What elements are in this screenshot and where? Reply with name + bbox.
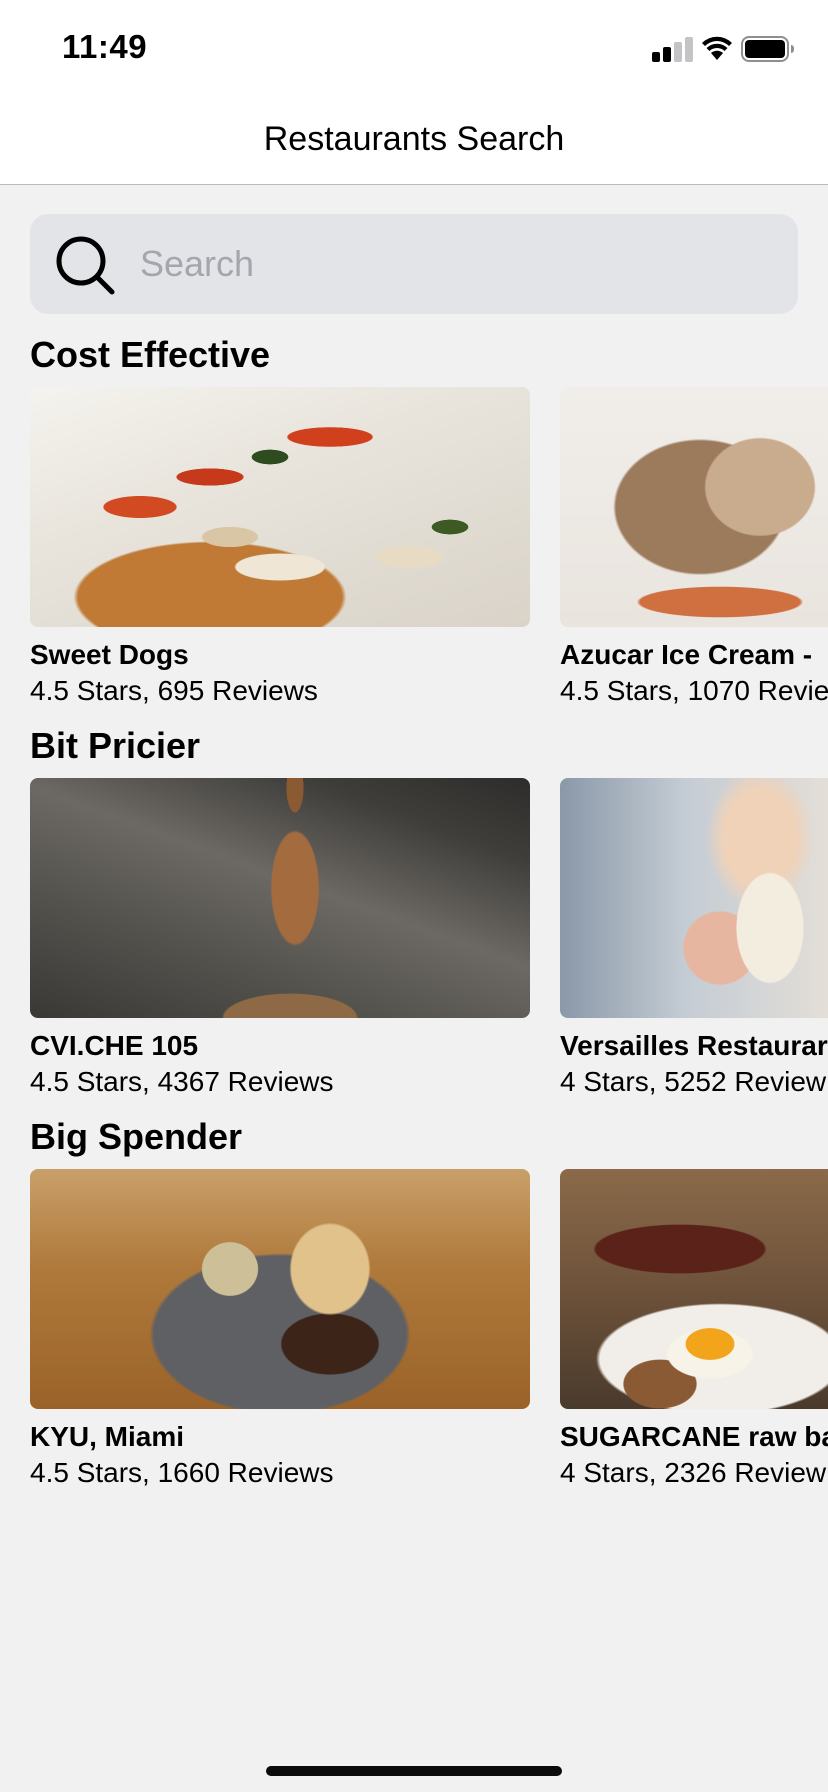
restaurant-rating: 4.5 Stars, 4367 Reviews: [30, 1066, 334, 1097]
restaurant-photo: [560, 1169, 828, 1409]
search-input[interactable]: [140, 232, 760, 296]
restaurant-card[interactable]: KYU, Miami 4.5 Stars, 1660 Reviews: [30, 1169, 530, 1489]
restaurant-photo: [560, 778, 828, 1018]
restaurant-card[interactable]: Sweet Dogs 4.5 Stars, 695 Reviews: [30, 387, 530, 707]
section-title-big-spender: Big Spender: [30, 1116, 243, 1157]
restaurant-photo: [30, 387, 530, 627]
home-indicator[interactable]: [266, 1766, 562, 1776]
navigation-bar: Restaurants Search: [0, 96, 828, 185]
restaurant-name: Sweet Dogs: [30, 639, 189, 670]
restaurant-name: SUGARCANE raw ba: [560, 1421, 828, 1452]
screen: 11:49 Restaurants Search Cost Effectiv: [0, 0, 828, 1792]
restaurant-photo: [560, 387, 828, 627]
restaurant-card[interactable]: SUGARCANE raw ba 4 Stars, 2326 Review: [560, 1169, 828, 1489]
restaurant-card[interactable]: Azucar Ice Cream - 4.5 Stars, 1070 Revie: [560, 387, 828, 707]
page-title: Restaurants Search: [263, 120, 565, 158]
search-bar[interactable]: [30, 214, 798, 314]
restaurant-name: KYU, Miami: [30, 1421, 185, 1452]
restaurant-rating: 4.5 Stars, 695 Reviews: [30, 675, 318, 706]
restaurant-rating: 4 Stars, 2326 Review: [560, 1457, 827, 1488]
wifi-icon: [702, 36, 732, 60]
signal-icon: [652, 36, 693, 62]
restaurant-card[interactable]: Versailles Restaurar 4 Stars, 5252 Revie…: [560, 778, 828, 1098]
restaurant-rating: 4 Stars, 5252 Review: [560, 1066, 827, 1097]
restaurant-rating: 4.5 Stars, 1660 Reviews: [30, 1457, 334, 1488]
search-icon: [56, 236, 115, 295]
restaurant-name: CVI.CHE 105: [30, 1030, 199, 1061]
restaurant-rating: 4.5 Stars, 1070 Revie: [560, 675, 828, 706]
status-time: 11:49: [62, 28, 148, 65]
section-title-cost-effective: Cost Effective: [30, 334, 271, 375]
restaurant-photo: [30, 778, 530, 1018]
restaurant-name: Versailles Restaurar: [560, 1030, 828, 1061]
status-bar: 11:49: [0, 0, 828, 96]
restaurant-card[interactable]: CVI.CHE 105 4.5 Stars, 4367 Reviews: [30, 778, 530, 1098]
battery-icon: [741, 36, 794, 62]
restaurant-photo: [30, 1169, 530, 1409]
restaurant-name: Azucar Ice Cream -: [560, 639, 813, 670]
section-title-bit-pricier: Bit Pricier: [30, 725, 201, 766]
